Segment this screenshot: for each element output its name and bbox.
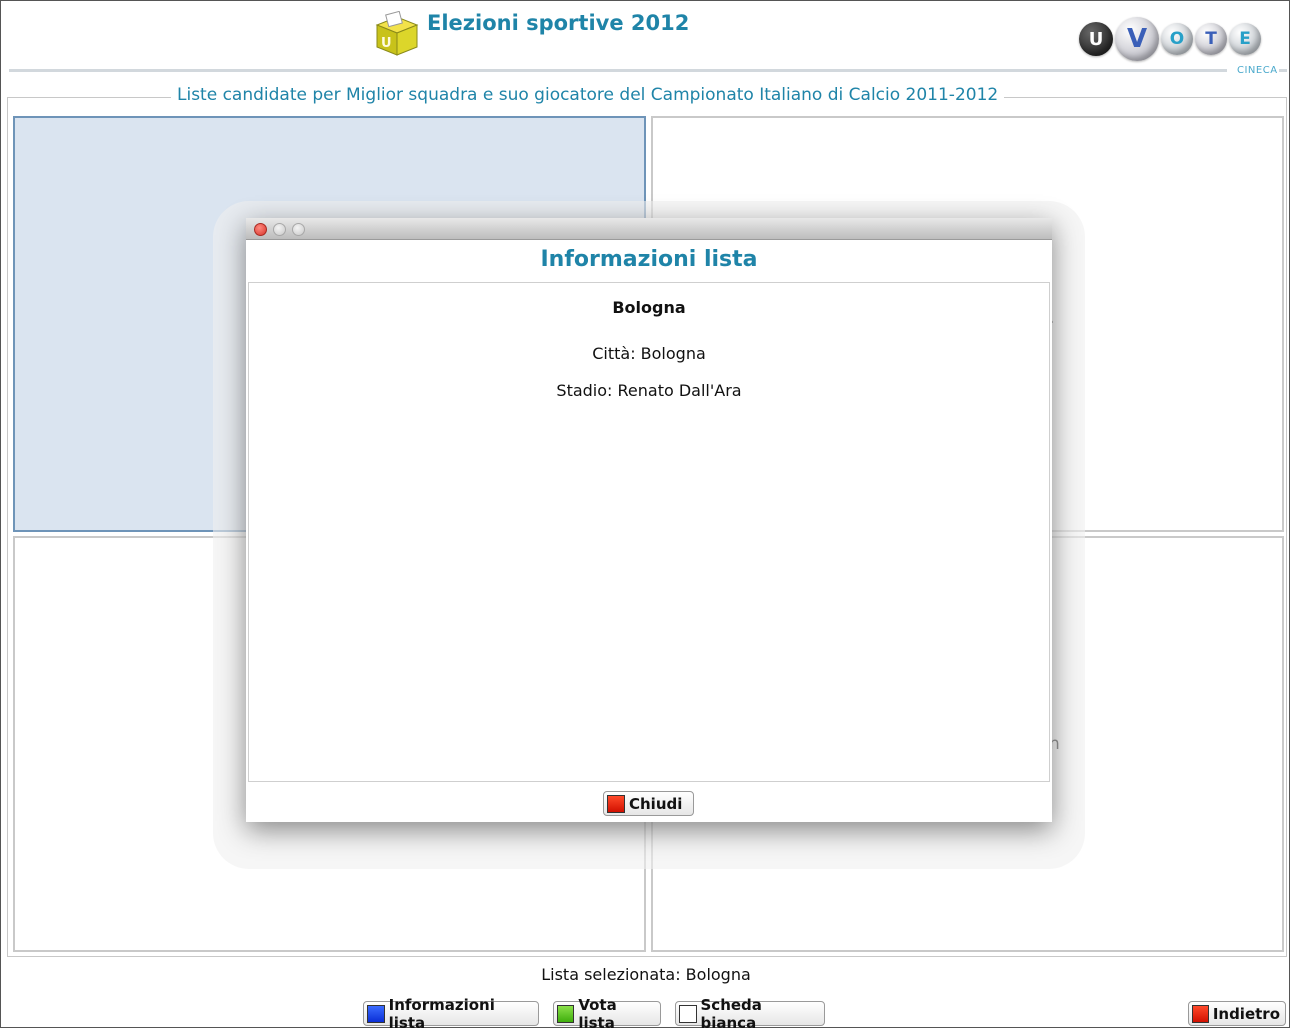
list-info-dialog: Informazioni lista Bologna Città: Bologn…: [246, 218, 1052, 822]
list-name: Bologna: [612, 298, 686, 317]
brand-letter: O: [1161, 23, 1193, 55]
minimize-window-icon[interactable]: [273, 223, 286, 236]
close-dialog-button[interactable]: Chiudi: [603, 791, 694, 816]
vote-list-button-label: Vota lista: [578, 995, 617, 1028]
dialog-content: Bologna Città: Bologna Stadio: Renato Da…: [248, 282, 1050, 782]
header-divider: [9, 69, 1227, 72]
close-dialog-button-label: Chiudi: [629, 794, 683, 813]
svg-text:U: U: [381, 36, 392, 51]
ballot-box-icon: U: [373, 10, 421, 57]
list-stadium: Stadio: Renato Dall'Ara: [556, 381, 742, 400]
uvote-logo: U V O T E: [1079, 17, 1285, 61]
header-divider-tail: [1279, 69, 1287, 72]
back-button-label: Indietro: [1212, 1004, 1280, 1023]
dialog-title: Informazioni lista: [540, 247, 758, 272]
app-title: Elezioni sportive 2012: [427, 11, 690, 35]
brand-letter: E: [1229, 23, 1261, 55]
blue-square-icon: [367, 1004, 385, 1023]
blank-ballot-button[interactable]: Scheda bianca: [675, 996, 825, 1028]
red-square-icon: [1192, 1004, 1209, 1023]
selected-list-status: Lista selezionata: Bologna: [541, 965, 751, 984]
list-info-button-label: Informazioni lista: [388, 995, 495, 1028]
red-square-icon: [607, 794, 625, 813]
close-window-icon[interactable]: [254, 223, 267, 236]
list-info-button[interactable]: Informazioni lista: [363, 996, 539, 1028]
vote-list-button[interactable]: Vota lista: [553, 996, 661, 1028]
dialog-titlebar[interactable]: [246, 218, 1052, 240]
list-city: Città: Bologna: [592, 344, 706, 363]
brand-letter: U: [1079, 22, 1113, 56]
brand-letter: T: [1195, 23, 1227, 55]
section-title: Liste candidate per Miglior squadra e su…: [171, 85, 1005, 105]
blank-ballot-button-label: Scheda bianca: [700, 995, 762, 1028]
brand-company: CINECA: [1237, 65, 1278, 76]
zoom-window-icon[interactable]: [292, 223, 305, 236]
brand-letter: V: [1115, 17, 1159, 61]
white-square-icon: [679, 1004, 697, 1023]
back-button[interactable]: Indietro: [1188, 1001, 1286, 1026]
green-square-icon: [557, 1004, 575, 1023]
